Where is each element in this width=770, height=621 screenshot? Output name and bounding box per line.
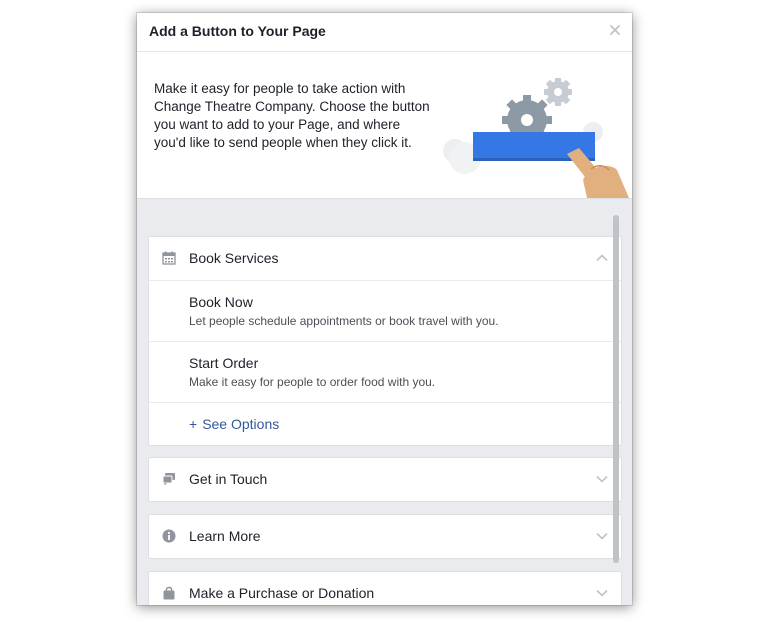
section-header-get-in-touch[interactable]: Get in Touch — [149, 458, 621, 501]
dialog-header: Add a Button to Your Page — [137, 13, 632, 52]
see-options-link[interactable]: + See Options — [189, 416, 279, 432]
option-description: Let people schedule appointments or book… — [189, 314, 499, 328]
section-title-book-services: Book Services — [189, 250, 279, 266]
section-header-book-services[interactable]: Book Services — [149, 237, 621, 280]
section-make-a-purchase-or-donation: Make a Purchase or Donation — [148, 571, 622, 605]
section-title-learn-more: Learn More — [189, 528, 261, 544]
section-get-in-touch: Get in Touch — [148, 457, 622, 502]
add-button-dialog: Add a Button to Your Page Make it easy f… — [137, 13, 632, 605]
intro-text: Make it easy for people to take action w… — [154, 81, 430, 150]
section-learn-more: Learn More — [148, 514, 622, 559]
section-title-make-a-purchase-or-donation: Make a Purchase or Donation — [189, 585, 375, 601]
dialog-title: Add a Button to Your Page — [149, 23, 326, 39]
close-button[interactable] — [607, 22, 623, 38]
section-book-services: Book Services Book Now Let people schedu… — [148, 236, 622, 446]
option-description: Make it easy for people to order food wi… — [189, 375, 436, 389]
intro-panel: Make it easy for people to take action w… — [137, 52, 632, 198]
close-icon — [610, 25, 620, 35]
pointing-hand-icon — [567, 148, 629, 198]
option-start-order[interactable]: Start Order Make it easy for people to o… — [149, 341, 621, 402]
scrollbar[interactable] — [613, 215, 619, 563]
shopping-bag-icon — [163, 586, 175, 600]
section-header-make-a-purchase-or-donation[interactable]: Make a Purchase or Donation — [149, 572, 621, 605]
section-header-learn-more[interactable]: Learn More — [149, 515, 621, 558]
see-options-label: See Options — [202, 416, 280, 432]
calendar-icon — [162, 251, 176, 265]
chat-icon — [162, 473, 175, 486]
chevron-down-icon — [596, 532, 608, 540]
button-category-list: Book Services Book Now Let people schedu… — [137, 198, 632, 605]
info-icon — [162, 529, 176, 543]
see-options-row: + See Options — [149, 402, 621, 445]
option-title: Book Now — [189, 294, 253, 310]
chevron-up-icon — [596, 254, 608, 262]
section-title-get-in-touch: Get in Touch — [189, 471, 268, 487]
small-gear-icon — [544, 78, 572, 106]
plus-icon: + — [189, 416, 198, 432]
option-title: Start Order — [189, 355, 259, 371]
option-book-now[interactable]: Book Now Let people schedule appointment… — [149, 280, 621, 341]
chevron-down-icon — [596, 589, 608, 597]
chevron-down-icon — [596, 475, 608, 483]
add-button-illustration — [443, 78, 629, 198]
